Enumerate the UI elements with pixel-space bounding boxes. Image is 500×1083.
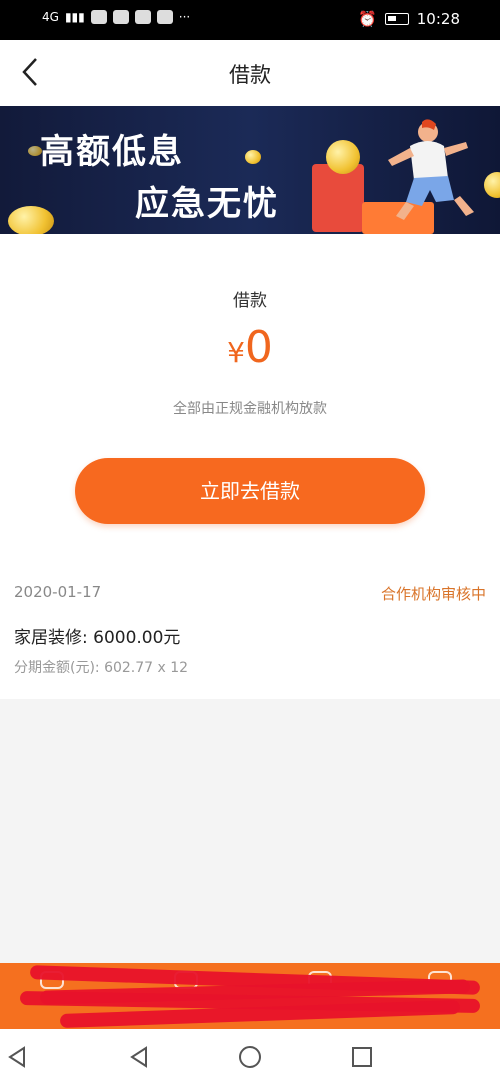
status-bar: 4G ▮▮▮ ··· ⏰ 10:28 xyxy=(0,0,500,40)
banner-subheadline: 应急无忧 xyxy=(135,184,279,224)
coin-decoration xyxy=(245,150,261,164)
loan-card: 借款 ¥0 全部由正规金融机构放款 立即去借款 2020-01-17 合作机构审… xyxy=(0,234,500,699)
app-icon xyxy=(134,10,151,24)
clock: 10:28 xyxy=(416,10,460,28)
navigation-bar: 借款 xyxy=(0,40,500,106)
record-installment-detail: 分期金额(元): 602.77 x 12 xyxy=(14,660,189,676)
nav-recents-icon[interactable] xyxy=(348,1043,376,1071)
running-person-illustration xyxy=(388,119,474,220)
coin-decoration xyxy=(8,206,54,234)
system-navigation-bar xyxy=(0,1029,500,1083)
currency-symbol: ¥ xyxy=(227,336,245,369)
signal-bars-icon: ▮▮▮ xyxy=(64,10,85,24)
record-status[interactable]: 合作机构审核中 xyxy=(381,583,486,604)
wechat-icon xyxy=(90,10,107,24)
coin-decoration xyxy=(326,140,360,174)
nav-back-icon[interactable] xyxy=(126,1043,154,1071)
record-date: 2020-01-17 xyxy=(14,583,102,601)
app-icon xyxy=(156,10,173,24)
alarm-icon: ⏰ xyxy=(358,10,377,28)
red-envelope-icon xyxy=(312,164,364,232)
lender-disclaimer: 全部由正规金融机构放款 xyxy=(173,401,327,417)
page-title: 借款 xyxy=(229,63,271,87)
record-title[interactable]: 家居装修: 6000.00元 xyxy=(14,623,180,648)
borrow-now-button[interactable]: 立即去借款 xyxy=(75,458,425,524)
status-icons-left: 4G ▮▮▮ ··· xyxy=(42,10,190,24)
amount-value: 0 xyxy=(244,322,273,373)
nav-back-icon[interactable] xyxy=(4,1043,32,1071)
bottom-tab-bar xyxy=(0,963,500,1029)
status-icons-right: ⏰ 10:28 xyxy=(358,10,460,28)
banner-headline: 高额低息 xyxy=(40,132,184,172)
nav-home-icon[interactable] xyxy=(236,1043,264,1071)
app-icon xyxy=(112,10,129,24)
loan-amount: ¥0 xyxy=(0,322,500,373)
loan-label: 借款 xyxy=(233,291,267,311)
promo-banner[interactable]: 高额低息 应急无忧 xyxy=(0,106,500,234)
battery-icon xyxy=(384,13,409,25)
signal-indicator: 4G xyxy=(42,10,59,24)
more-icon: ··· xyxy=(178,10,191,24)
